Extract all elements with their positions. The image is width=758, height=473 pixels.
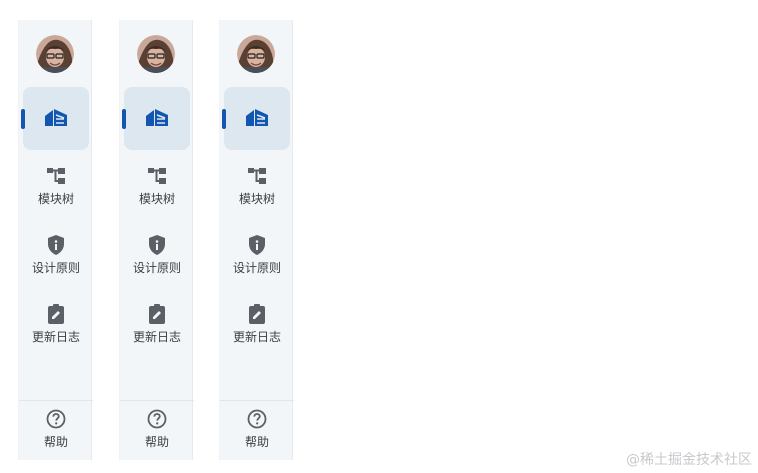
nav-rail: 模块树 设计原则 更新日志 帮助 bbox=[18, 20, 93, 460]
watermark: @稀土掘金技术社区 bbox=[626, 452, 752, 468]
nav-rail: 模块树 设计原则 更新日志 帮助 bbox=[219, 20, 294, 460]
nav-item-module-tree[interactable]: 模块树 bbox=[120, 165, 194, 217]
nav-item-label: 模块树 bbox=[238, 192, 275, 206]
shield-info-icon bbox=[249, 235, 265, 255]
active-indicator bbox=[222, 109, 226, 129]
nav-item-home[interactable] bbox=[124, 87, 190, 150]
avatar-image bbox=[237, 35, 275, 73]
home-icon bbox=[246, 109, 268, 126]
module-tree-icon bbox=[248, 168, 266, 184]
nav-item-label: 模块树 bbox=[37, 192, 74, 206]
nav-item-design-principles[interactable]: 设计原则 bbox=[120, 234, 194, 286]
clipboard-edit-icon bbox=[249, 304, 265, 324]
nav-item-home[interactable] bbox=[23, 87, 89, 150]
nav-item-label: 帮助 bbox=[244, 435, 269, 449]
help-circle-icon bbox=[247, 409, 267, 429]
divider bbox=[120, 400, 194, 401]
module-tree-icon bbox=[148, 168, 166, 184]
nav-item-module-tree[interactable]: 模块树 bbox=[220, 165, 294, 217]
nav-item-label: 更新日志 bbox=[132, 330, 181, 344]
nav-item-home[interactable] bbox=[224, 87, 290, 150]
divider bbox=[19, 400, 93, 401]
avatar-image bbox=[36, 35, 74, 73]
nav-item-module-tree[interactable]: 模块树 bbox=[19, 165, 93, 217]
shield-info-icon bbox=[48, 235, 64, 255]
nav-item-label: 帮助 bbox=[43, 435, 68, 449]
nav-item-help[interactable]: 帮助 bbox=[220, 408, 294, 460]
home-icon bbox=[146, 109, 168, 126]
nav-rail: 模块树 设计原则 更新日志 帮助 bbox=[119, 20, 194, 460]
nav-item-changelog[interactable]: 更新日志 bbox=[19, 303, 93, 355]
nav-item-label: 帮助 bbox=[144, 435, 169, 449]
help-circle-icon bbox=[147, 409, 167, 429]
module-tree-icon bbox=[47, 168, 65, 184]
stage: 模块树 设计原则 更新日志 帮助 模块树 设计原则 更新日志 帮助 模块树 设计… bbox=[0, 0, 758, 473]
avatar[interactable] bbox=[36, 35, 74, 73]
clipboard-edit-icon bbox=[48, 304, 64, 324]
avatar-image bbox=[137, 35, 175, 73]
nav-item-label: 设计原则 bbox=[132, 261, 181, 275]
nav-item-changelog[interactable]: 更新日志 bbox=[220, 303, 294, 355]
clipboard-edit-icon bbox=[149, 304, 165, 324]
home-icon bbox=[45, 109, 67, 126]
nav-item-design-principles[interactable]: 设计原则 bbox=[220, 234, 294, 286]
nav-item-help[interactable]: 帮助 bbox=[120, 408, 194, 460]
nav-item-label: 更新日志 bbox=[31, 330, 80, 344]
nav-item-design-principles[interactable]: 设计原则 bbox=[19, 234, 93, 286]
avatar[interactable] bbox=[237, 35, 275, 73]
active-indicator bbox=[122, 109, 126, 129]
nav-item-label: 设计原则 bbox=[31, 261, 80, 275]
nav-item-label: 模块树 bbox=[138, 192, 175, 206]
avatar[interactable] bbox=[137, 35, 175, 73]
nav-item-changelog[interactable]: 更新日志 bbox=[120, 303, 194, 355]
divider bbox=[220, 400, 294, 401]
nav-item-label: 设计原则 bbox=[232, 261, 281, 275]
help-circle-icon bbox=[46, 409, 66, 429]
nav-item-help[interactable]: 帮助 bbox=[19, 408, 93, 460]
nav-item-label: 更新日志 bbox=[232, 330, 281, 344]
shield-info-icon bbox=[149, 235, 165, 255]
active-indicator bbox=[21, 109, 25, 129]
